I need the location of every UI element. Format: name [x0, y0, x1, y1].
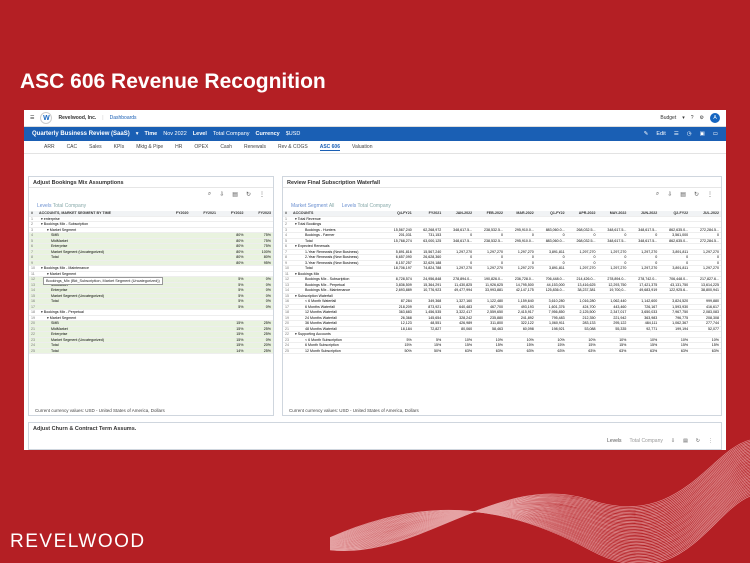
filter-icon[interactable]: ☰: [674, 131, 679, 137]
save-icon[interactable]: ▤: [232, 191, 238, 198]
table-row[interactable]: 9 3-Year Renewals (New Business) 8,157,257…: [283, 260, 721, 266]
panel-title: Review Final Subscription Waterfall: [283, 177, 721, 188]
panel-filters: Market Segment All Levels Total Company: [283, 201, 721, 211]
export-icon[interactable]: ⇩: [667, 191, 672, 198]
breadcrumb: |: [102, 115, 104, 121]
clock-icon[interactable]: ◷: [687, 131, 692, 137]
row-label: 12 Month Subscription: [291, 348, 385, 354]
cell-tooltip: Bookings_Mix (Bkt_Subscription, Market S…: [43, 277, 163, 285]
panel-toolbar: ⌕ ⇩ ▤ ↻ ⋮: [283, 188, 721, 201]
chevron-down-icon[interactable]: ▾: [682, 115, 685, 121]
level-selector[interactable]: Total Company: [213, 131, 250, 137]
app-logo-icon: W: [40, 112, 53, 124]
time-selector[interactable]: Nov 2022: [163, 131, 187, 137]
search-icon[interactable]: ⌕: [208, 191, 211, 198]
row-label: Total: [37, 348, 163, 354]
slide-title: ASC 606 Revenue Recognition: [20, 70, 326, 93]
tab-asc-606[interactable]: ASC 606: [319, 144, 340, 151]
more-icon[interactable]: ⋮: [707, 191, 713, 198]
tab-renewals[interactable]: Renewals: [244, 144, 266, 150]
levels-selector[interactable]: Total Company: [53, 203, 86, 209]
avatar[interactable]: A: [710, 113, 720, 123]
market-segment-selector[interactable]: All: [329, 203, 335, 209]
edit-icon[interactable]: ✎: [644, 131, 649, 137]
table-cell[interactable]: 14%: [217, 348, 246, 354]
table-cell[interactable]: 50%: [413, 348, 444, 354]
search-icon[interactable]: ⌕: [656, 191, 659, 198]
panel-filters: Levels Total Company: [29, 201, 273, 211]
tab-valuation[interactable]: Valuation: [352, 144, 372, 150]
dashboard-header: Quarterly Business Review (SaaS) ▾ Time …: [24, 127, 726, 141]
table-row[interactable]: 7 1-Year Renewals (New Business) 5,891,816…: [283, 249, 721, 255]
table-row[interactable]: 12 Bookings Mix - Subscription 8,728,574 24…: [283, 276, 721, 283]
table-row[interactable]: 8 2-Year Renewals (New Business) 6,657,090…: [283, 254, 721, 261]
refresh-icon[interactable]: ↻: [246, 191, 251, 198]
table-row[interactable]: 25 12 Month Subscription 50% 50% 63% 63% 63% 63…: [283, 348, 721, 354]
waterfall-table: # ACCOUNTS Q4-FY21 FY2021 JAN-2022 FEB-2022 MA…: [283, 211, 721, 354]
more-icon[interactable]: ⋮: [259, 191, 265, 198]
table-row[interactable]: 14 Bookings Mix - Maintenance 2,693,889 10,…: [283, 287, 721, 294]
level-label: Level: [192, 131, 207, 137]
table-cell[interactable]: 63%: [597, 348, 629, 354]
table-cell[interactable]: 63%: [690, 348, 721, 354]
table-cell[interactable]: 63%: [504, 348, 536, 354]
tab-kpis[interactable]: KPIs: [114, 144, 125, 150]
levels-label: Levels: [37, 203, 52, 209]
currency-label: Currency: [255, 131, 280, 137]
table-cell[interactable]: 63%: [474, 348, 505, 354]
settings-icon[interactable]: ⚙: [700, 115, 704, 121]
table-cell[interactable]: [162, 348, 191, 354]
save-icon[interactable]: ▤: [680, 191, 686, 198]
subscription-waterfall-panel: Review Final Subscription Waterfall ⌕ ⇩ …: [282, 176, 722, 416]
edit-button[interactable]: Edit: [656, 131, 665, 137]
levels-selector[interactable]: Total Company: [358, 203, 391, 209]
table-cell[interactable]: 50%: [384, 348, 414, 354]
top-bar: ☰ W Revelwood, Inc. | Dashboards Budget …: [24, 110, 726, 127]
refresh-icon[interactable]: ↻: [694, 191, 699, 198]
currency-footer: Current currency values: USD - United St…: [35, 408, 165, 413]
tab-bar: ARR CAC Sales KPIs Mktg & Pipe HR OPEX Cash Rene…: [24, 141, 726, 154]
tab-rev-cogs[interactable]: Rev & COGS: [278, 144, 308, 150]
breadcrumb-dashboards[interactable]: Dashboards: [110, 115, 137, 121]
tab-cash[interactable]: Cash: [220, 144, 232, 150]
table-cell[interactable]: 63%: [628, 348, 660, 354]
help-icon[interactable]: ?: [691, 115, 694, 121]
table-cell: 25: [283, 348, 291, 354]
menu-icon[interactable]: ☰: [30, 115, 34, 121]
tab-opex[interactable]: OPEX: [194, 144, 208, 150]
table-cell[interactable]: [190, 348, 218, 354]
dashboard-title: Quarterly Business Review (SaaS): [32, 131, 130, 137]
app-window: ☰ W Revelwood, Inc. | Dashboards Budget …: [24, 110, 726, 450]
panel-toolbar: ⌕ ⇩ ▤ ↻ ⋮: [29, 188, 273, 201]
chevron-down-icon[interactable]: ▾: [136, 131, 139, 137]
currency-selector[interactable]: $USD: [286, 131, 301, 137]
time-label: Time: [144, 131, 158, 137]
brand-logo: REVELWOOD: [10, 531, 146, 552]
budget-selector[interactable]: Budget: [660, 115, 676, 121]
present-icon[interactable]: ▭: [713, 131, 718, 137]
table-cell[interactable]: 63%: [659, 348, 691, 354]
export-icon[interactable]: ⇩: [219, 191, 224, 198]
fullscreen-icon[interactable]: ▣: [700, 131, 705, 137]
decorative-wave: [330, 439, 750, 563]
table-cell[interactable]: 25%: [245, 348, 273, 354]
levels-label: Levels: [341, 203, 357, 209]
tab-hr[interactable]: HR: [175, 144, 182, 150]
tab-cac[interactable]: CAC: [67, 144, 78, 150]
panel-title: Adjust Bookings Mix Assumptions: [29, 177, 273, 188]
table-cell: 25: [29, 348, 37, 354]
market-segment-label: Market Segment: [291, 203, 328, 209]
tab-sales[interactable]: Sales: [89, 144, 102, 150]
tab-arr[interactable]: ARR: [44, 144, 55, 150]
table-cell[interactable]: 63%: [443, 348, 475, 354]
table-cell[interactable]: 63%: [566, 348, 598, 354]
company-name: Revelwood, Inc.: [58, 115, 97, 121]
tab-mktg-pipe[interactable]: Mktg & Pipe: [136, 144, 163, 150]
bookings-mix-panel: Adjust Bookings Mix Assumptions ⌕ ⇩ ▤ ↻ …: [28, 176, 274, 416]
currency-footer: Current currency values: USD - United St…: [289, 408, 419, 413]
table-cell[interactable]: 63%: [535, 348, 567, 354]
table-row[interactable]: 25 Total 14% 25%: [29, 348, 273, 354]
